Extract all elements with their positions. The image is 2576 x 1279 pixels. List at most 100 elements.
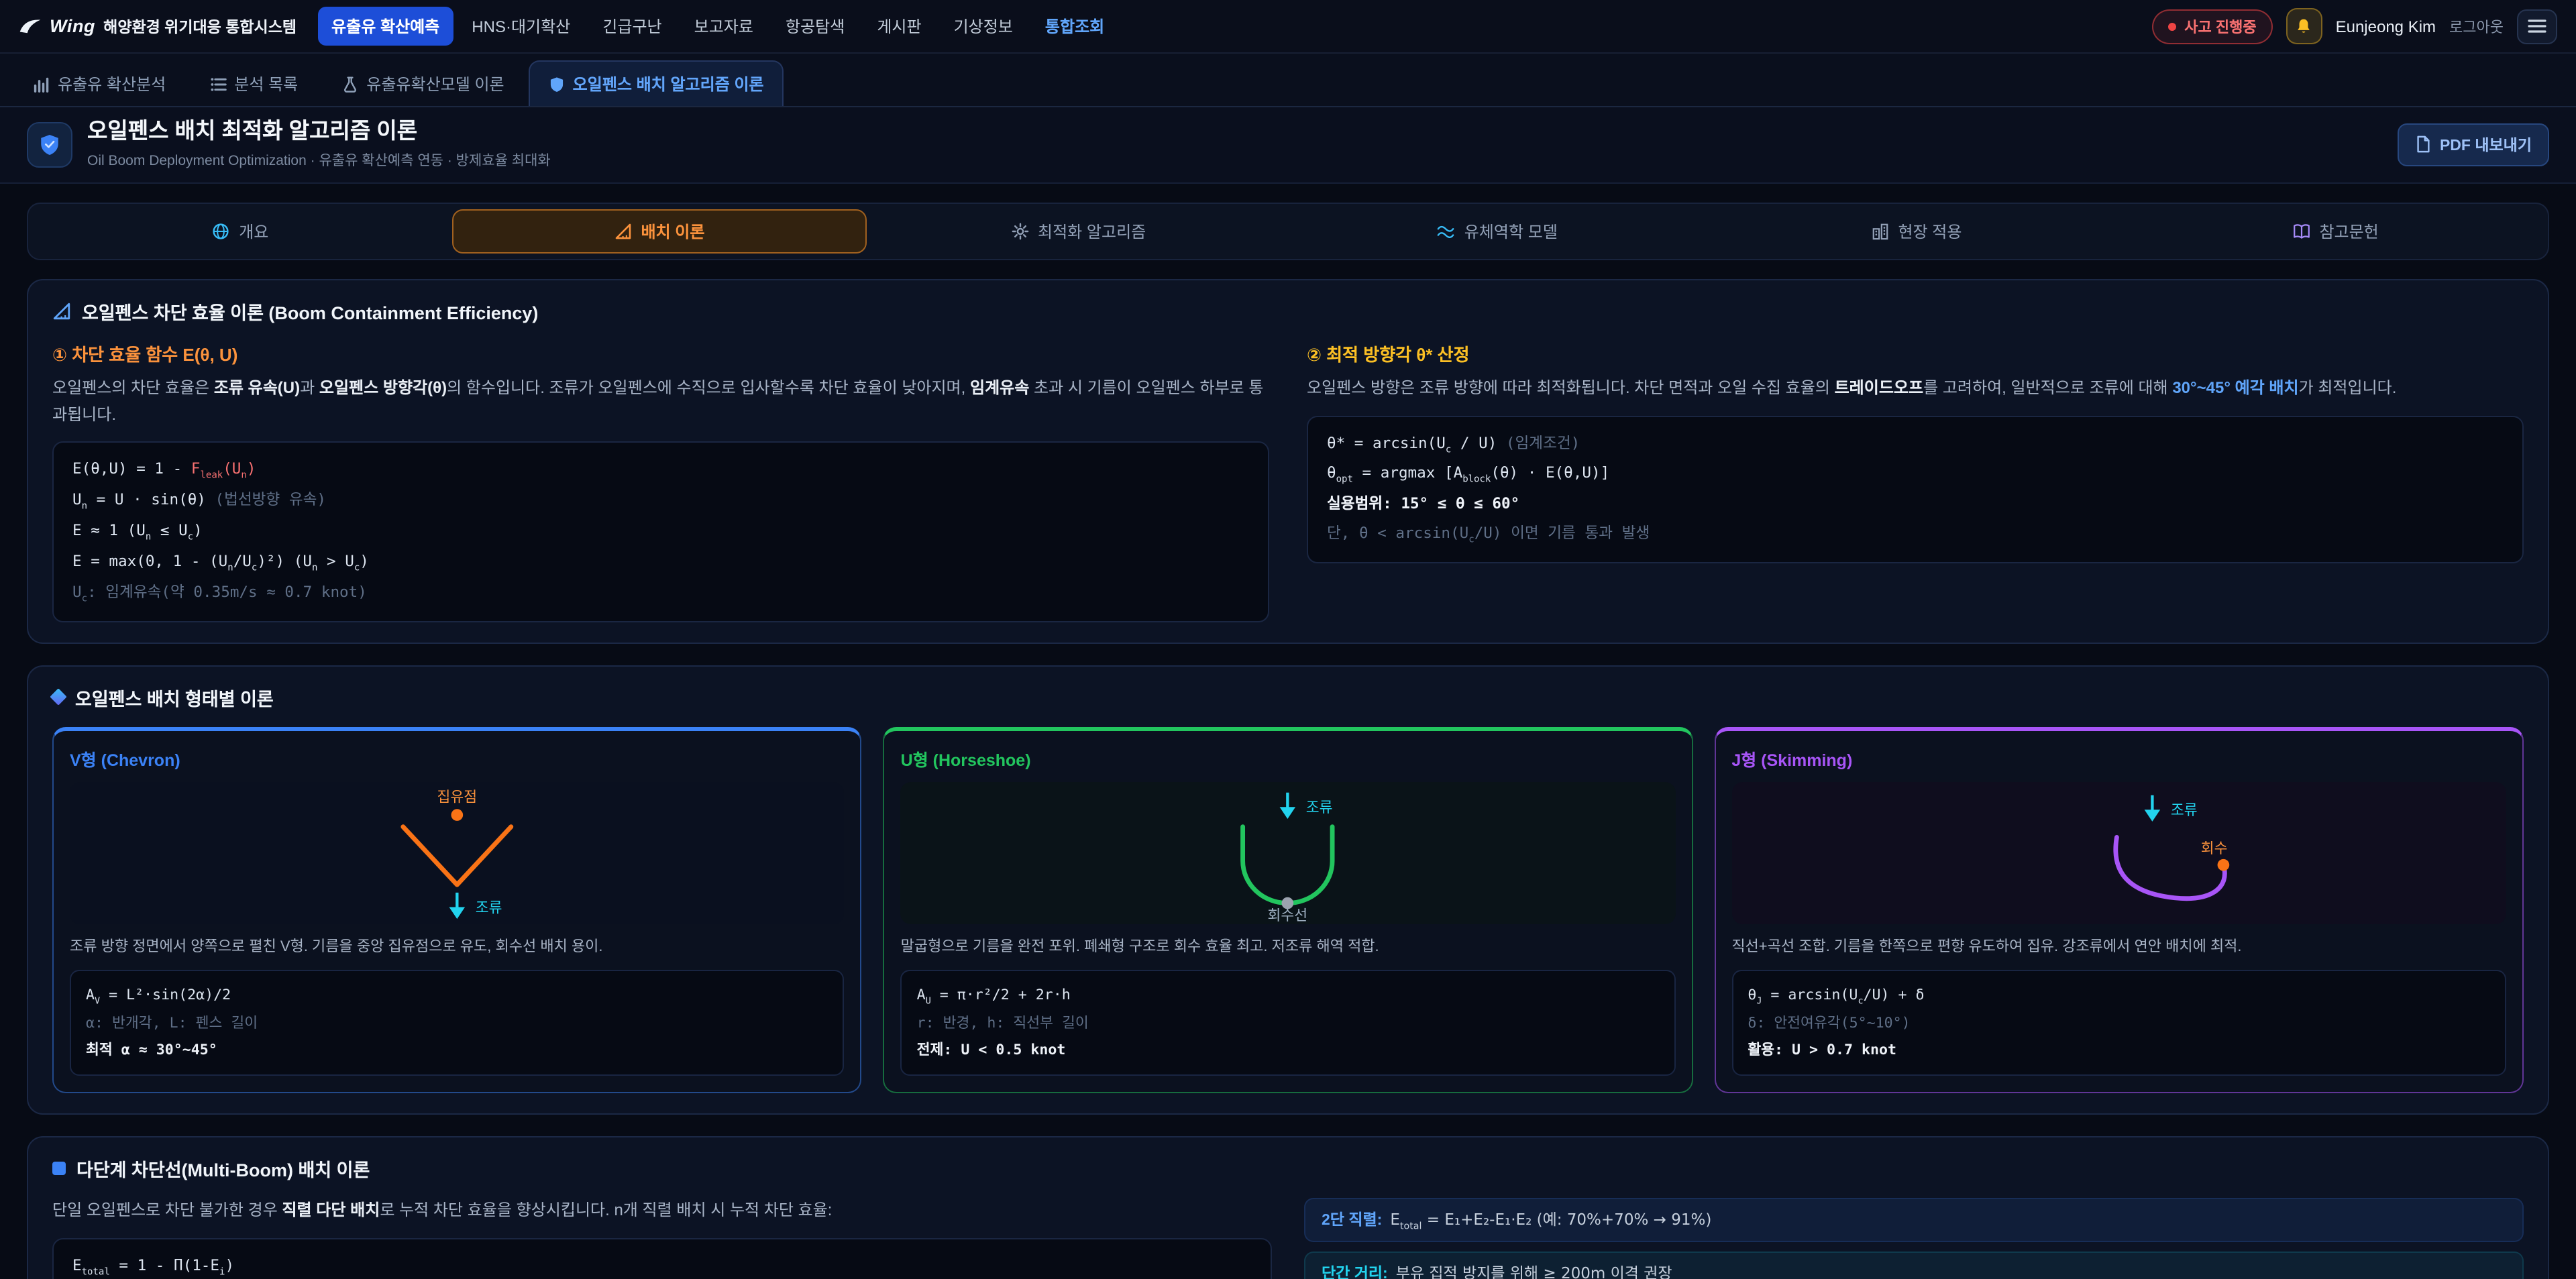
nav-item-spill-prediction[interactable]: 유출유 확산예측 (318, 7, 453, 46)
page-header-left: 오일펜스 배치 최적화 알고리즘 이론 Oil Boom Deployment … (27, 119, 551, 170)
section-tab-overview[interactable]: 개요 (34, 209, 447, 254)
tab-analysis-list[interactable]: 분석 목록 (190, 60, 318, 106)
formula-params: r: 반경, h: 직선부 길이 (917, 1010, 1660, 1037)
tab-label: 유출유 확산분석 (58, 72, 166, 95)
app-root: Wing 해양환경 위기대응 통합시스템 유출유 확산예측 HNS·대기확산 긴… (0, 0, 2576, 1279)
multiboom-rules: 2단 직렬: Etotal = E₁+E₂-E₁·E₂ (예: 70%+70% … (1304, 1198, 2524, 1279)
current-label: 조류 (1306, 799, 1333, 816)
page-shield-icon (27, 122, 72, 168)
page-header: 오일펜스 배치 최적화 알고리즘 이론 Oil Boom Deployment … (0, 107, 2576, 184)
formula-line: θJ = arcsin(Uc/U) + δ (1748, 983, 2490, 1010)
brand-home-link[interactable]: Wing 해양환경 위기대응 통합시스템 (19, 15, 297, 37)
nav-item-weather[interactable]: 기상정보 (941, 7, 1026, 46)
recovery-point-label: 회수 (2200, 840, 2227, 856)
page-header-text: 오일펜스 배치 최적화 알고리즘 이론 Oil Boom Deployment … (87, 119, 551, 170)
nav-item-integrated-search[interactable]: 통합조회 (1032, 7, 1118, 46)
ruler-icon (52, 302, 71, 321)
logout-link[interactable]: 로그아웃 (2449, 15, 2504, 37)
multiboom-card-title: 다단계 차단선(Multi-Boom) 배치 이론 (52, 1155, 2524, 1182)
formula-line: Uc: 임계유속(약 0.35m/s ≈ 0.7 knot) (72, 578, 1249, 609)
section-tab-label: 유체역학 모델 (1464, 220, 1558, 243)
formula-line: AU = π·r²/2 + 2r·h (917, 983, 1660, 1010)
formula-line: E = max(0, 1 - (Un/Uc)²) (Un > Uc) (72, 547, 1249, 578)
boom-type-title: V형 (Chevron) (70, 746, 845, 771)
section-tab-label: 현장 적용 (1898, 220, 1962, 243)
section-tab-hydrodynamics-model[interactable]: 유체역학 모델 (1291, 209, 1705, 254)
nav-item-hns-atmosphere[interactable]: HNS·대기확산 (458, 7, 584, 46)
efficiency-function-description: 오일펜스의 차단 효율은 조류 유속(U)과 오일펜스 방향각(θ)의 함수입니… (52, 376, 1269, 429)
nav-item-aerial-search[interactable]: 항공탐색 (772, 7, 858, 46)
efficiency-left-column: ① 차단 효율 함수 E(θ, U) 오일펜스의 차단 효율은 조류 유속(U)… (52, 341, 1269, 622)
tab-diffusion-model-theory[interactable]: 유출유확산모델 이론 (322, 60, 524, 106)
current-label: 조류 (476, 899, 502, 915)
section-tab-label: 개요 (239, 220, 268, 243)
deployment-type-grid: V형 (Chevron) 집유점 조류 조류 방향 정면에서 양쪽으로 펼친 V… (52, 727, 2524, 1093)
boom-type-card-skimming: J형 (Skimming) 조류 회수 직선+곡선 조합. 기름을 한쪽으로 편… (1714, 727, 2524, 1093)
multiboom-formula-block: Etotal = 1 - Π(1-Ei) Ei: i번째 오일펜스 단독 차단효… (52, 1237, 1272, 1279)
skimming-boom-diagram: 조류 회수 (1731, 782, 2506, 924)
section-tab-label: 배치 이론 (641, 220, 704, 243)
current-label: 조류 (2170, 801, 2197, 818)
tab-label: 유출유확산모델 이론 (366, 72, 504, 95)
section-tab-optimization-algorithm[interactable]: 최적화 알고리즘 (871, 209, 1285, 254)
recovery-vessel-label: 회수선 (1268, 907, 1308, 924)
formula-params: α: 반개각, L: 펜스 길이 (86, 1010, 828, 1037)
multiboom-grid: 단일 오일펜스로 차단 불가한 경우 직렬 다단 배치로 누적 차단 효율을 향… (52, 1198, 2524, 1279)
rule-text: Etotal = E₁+E₂-E₁·E₂ (예: 70%+70% → 91%) (1390, 1209, 1711, 1232)
tab-label: 분석 목록 (234, 72, 298, 95)
formula-line: E(θ,U) = 1 - Fleak(Un) (72, 455, 1249, 486)
efficiency-card: 오일펜스 차단 효율 이론 (Boom Containment Efficien… (27, 279, 2549, 644)
boom-type-card-chevron: V형 (Chevron) 집유점 조류 조류 방향 정면에서 양쪽으로 펼친 V… (52, 727, 862, 1093)
boom-type-formula-block: θJ = arcsin(Uc/U) + δ δ: 안전여유각(5°~10°) 활… (1731, 970, 2506, 1076)
hamburger-icon (2528, 19, 2546, 34)
efficiency-card-title: 오일펜스 차단 효율 이론 (Boom Containment Efficien… (52, 298, 2524, 325)
page-subtitle: Oil Boom Deployment Optimization · 유출유 확… (87, 150, 551, 170)
building-icon (1871, 223, 1888, 240)
multiboom-intro: 단일 오일펜스로 차단 불가한 경우 직렬 다단 배치로 누적 차단 효율을 향… (52, 1198, 1272, 1225)
section-tab-label: 참고문헌 (2319, 220, 2378, 243)
boom-type-formula-block: AU = π·r²/2 + 2r·h r: 반경, h: 직선부 길이 전제: … (901, 970, 1676, 1076)
optimal-angle-description: 오일펜스 방향은 조류 방향에 따라 최적화됩니다. 차단 면적과 오일 수집 … (1307, 376, 2524, 402)
wave-icon (1438, 223, 1455, 240)
boom-type-description: 직선+곡선 조합. 기름을 한쪽으로 편향 유도하여 집유. 강조류에서 연안 … (1731, 936, 2506, 960)
menu-button[interactable] (2517, 9, 2557, 44)
incident-dot-icon (2168, 22, 2176, 30)
chart-icon (34, 76, 50, 92)
tab-spill-analysis[interactable]: 유출유 확산분석 (13, 60, 186, 106)
diamond-icon (50, 689, 66, 706)
nav-item-emergency-rescue[interactable]: 긴급구난 (589, 7, 675, 46)
nav-item-reports[interactable]: 보고자료 (681, 7, 767, 46)
boom-type-formula-block: AV = L²·sin(2α)/2 α: 반개각, L: 펜스 길이 최적 α … (70, 970, 845, 1076)
rule-label: 2단 직렬: (1322, 1209, 1382, 1230)
incident-badge-label: 사고 진행중 (2184, 15, 2256, 37)
efficiency-function-heading: ① 차단 효율 함수 E(θ, U) (52, 341, 1269, 366)
section-tab-references[interactable]: 참고문헌 (2129, 209, 2542, 254)
pdf-export-button[interactable]: PDF 내보내기 (2398, 123, 2549, 166)
square-icon (52, 1162, 66, 1175)
brand-logo-text: Wing (50, 16, 95, 36)
notifications-button[interactable] (2286, 8, 2322, 44)
boom-type-title: J형 (Skimming) (1731, 746, 2506, 771)
chevron-boom-diagram: 집유점 조류 (70, 782, 845, 924)
optimal-angle-formula-block: θ* = arcsin(Uc / U) (임계조건) θopt = argmax… (1307, 415, 2524, 563)
app-title: 해양환경 위기대응 통합시스템 (103, 15, 297, 37)
collection-point-label: 집유점 (437, 788, 478, 805)
tab-bar: 유출유 확산분석 분석 목록 유출유확산모델 이론 오일펜스 배치 알고리즘 이… (0, 54, 2576, 107)
incident-status-badge: 사고 진행중 (2152, 9, 2272, 44)
optimal-angle-heading: ② 최적 방향각 θ* 산정 (1307, 341, 2524, 366)
user-name: Eunjeong Kim (2336, 17, 2436, 36)
tab-label: 오일펜스 배치 알고리즘 이론 (573, 72, 764, 95)
nav-item-board[interactable]: 게시판 (863, 7, 934, 46)
section-tab-field-application[interactable]: 현장 적용 (1710, 209, 2124, 254)
book-icon (2292, 223, 2310, 240)
section-tab-deployment-theory[interactable]: 배치 이론 (453, 209, 867, 254)
gear-icon (1011, 223, 1028, 240)
pdf-export-label: PDF 내보내기 (2440, 134, 2532, 156)
formula-line: θ* = arcsin(Uc / U) (임계조건) (1327, 429, 2504, 459)
formula-line: Etotal = 1 - Π(1-Ei) (72, 1251, 1252, 1279)
multiboom-left: 단일 오일펜스로 차단 불가한 경우 직렬 다단 배치로 누적 차단 효율을 향… (52, 1198, 1272, 1279)
formula-note: 전제: U < 0.5 knot (917, 1037, 1660, 1064)
tab-boom-algorithm-theory[interactable]: 오일펜스 배치 알고리즘 이론 (529, 60, 784, 106)
formula-line: 단, θ < arcsin(Uc/U) 이면 기름 통과 발생 (1327, 520, 2504, 551)
main-nav: 유출유 확산예측 HNS·대기확산 긴급구난 보고자료 항공탐색 게시판 기상정… (318, 7, 2131, 46)
